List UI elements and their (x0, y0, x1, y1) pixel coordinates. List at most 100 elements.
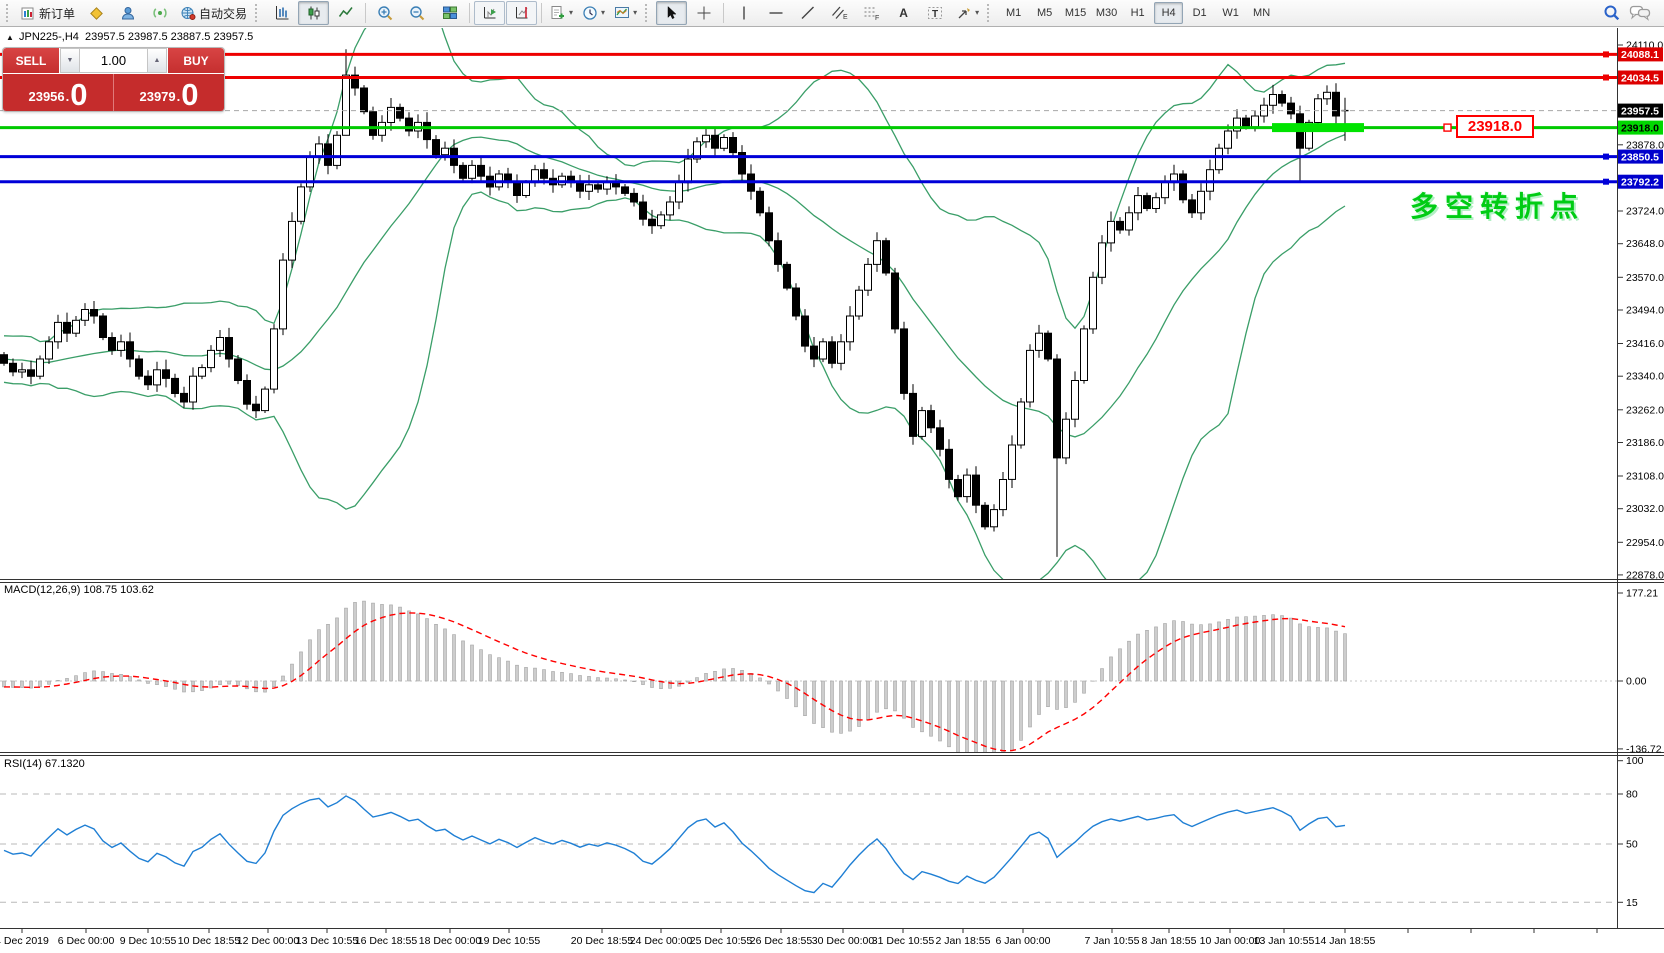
timeframe-m5-button[interactable]: M5 (1030, 2, 1059, 24)
svg-text:23918.0: 23918.0 (1621, 122, 1659, 134)
svg-text:14 Jan 18:55: 14 Jan 18:55 (1315, 935, 1376, 947)
signals-button[interactable] (144, 1, 175, 25)
vertical-line-button[interactable] (728, 1, 759, 25)
one-click-trading-panel: SELL ▼ 1.00 ▲ BUY 23956.0 23979.0 (2, 47, 225, 112)
svg-text:23957.5: 23957.5 (1621, 105, 1659, 117)
search-icon[interactable] (1603, 4, 1621, 22)
crosshair-button[interactable] (688, 1, 719, 25)
line-handle[interactable] (1603, 179, 1609, 185)
svg-text:50: 50 (1626, 839, 1638, 851)
zoom-in-button[interactable] (370, 1, 401, 25)
templates-button[interactable]: ▾ (610, 1, 641, 25)
timeframe-w1-button[interactable]: W1 (1216, 2, 1245, 24)
svg-text:24034.5: 24034.5 (1621, 72, 1659, 84)
svg-text:23570.0: 23570.0 (1626, 272, 1664, 284)
toolbar-grip[interactable] (255, 4, 262, 22)
timeframe-mn-button[interactable]: MN (1247, 2, 1276, 24)
buy-button[interactable]: BUY (168, 48, 224, 73)
timeframe-m15-button[interactable]: M15 (1061, 2, 1090, 24)
svg-text:E: E (843, 14, 848, 21)
new-order-button[interactable]: 新订单 (17, 1, 79, 25)
yellow-diamond-icon (88, 5, 104, 21)
line-handle[interactable] (1444, 124, 1451, 131)
person-icon (120, 5, 136, 21)
buy-price[interactable]: 23979.0 (114, 74, 224, 111)
svg-text:23724.0: 23724.0 (1626, 206, 1664, 218)
autotrading-label: 自动交易 (199, 5, 247, 22)
text-label-icon: T (927, 5, 944, 21)
svg-text:12 Dec 00:00: 12 Dec 00:00 (237, 935, 300, 947)
cursor-icon (664, 5, 680, 21)
volume-increase-button[interactable]: ▲ (147, 49, 167, 72)
svg-text:16 Dec 18:55: 16 Dec 18:55 (355, 935, 418, 947)
tile-windows-button[interactable] (434, 1, 465, 25)
metaeditor-button[interactable] (80, 1, 111, 25)
svg-text:100: 100 (1626, 755, 1644, 767)
macd-label: MACD(12,26,9) 108.75 103.62 (4, 584, 154, 596)
rsi-pane (0, 794, 1617, 902)
fibonacci-button[interactable]: F (856, 1, 887, 25)
auto-scroll-button[interactable] (474, 1, 505, 25)
chat-icon[interactable] (1629, 4, 1651, 22)
chart-shift-button[interactable] (506, 1, 537, 25)
svg-text:20 Dec 18:55: 20 Dec 18:55 (571, 935, 634, 947)
signal-icon (152, 5, 168, 21)
toolbar: 新订单 自动交易 (0, 0, 1664, 27)
svg-text:18 Dec 00:00: 18 Dec 00:00 (419, 935, 482, 947)
cursor-button[interactable] (656, 1, 687, 25)
chart-canvas[interactable]: 24110.023878.023724.023648.023570.023494… (0, 27, 1664, 953)
trendline-button[interactable] (792, 1, 823, 25)
dropdown-caret: ▾ (569, 9, 573, 17)
equidistant-channel-button[interactable]: E (824, 1, 855, 25)
rsi-label: RSI(14) 67.1320 (4, 758, 85, 770)
line-chart-button[interactable] (330, 1, 361, 25)
dropdown-caret: ▾ (601, 9, 605, 17)
price-callout-label[interactable]: 23918.0 (1456, 115, 1534, 138)
pane-separators[interactable] (0, 580, 1664, 929)
volume-decrease-button[interactable]: ▼ (60, 49, 80, 72)
autotrading-button[interactable]: 自动交易 (176, 1, 251, 25)
buy-price-dot: . (177, 89, 181, 104)
new-order-icon (21, 6, 36, 21)
svg-text:24088.1: 24088.1 (1621, 49, 1659, 61)
indicators-button[interactable]: ▾ (546, 1, 577, 25)
highlight-zone[interactable] (1272, 123, 1364, 132)
toolbar-grip[interactable] (645, 4, 652, 22)
timeframe-m1-button[interactable]: M1 (999, 2, 1028, 24)
text-label-button[interactable]: T (920, 1, 951, 25)
sell-price-main: 23956 (28, 89, 64, 104)
text-button[interactable]: A (888, 1, 919, 25)
turning-point-annotation[interactable]: 多空转折点 (1410, 185, 1585, 225)
zoom-out-button[interactable] (402, 1, 433, 25)
trendline-icon (800, 5, 816, 21)
dropdown-caret: ▾ (633, 9, 637, 17)
line-handle[interactable] (1603, 154, 1609, 160)
line-handle[interactable] (1603, 51, 1609, 57)
svg-text:31 Dec 10:55: 31 Dec 10:55 (872, 935, 935, 947)
svg-text:10 Jan 00:00: 10 Jan 00:00 (1200, 935, 1261, 947)
auto-scroll-icon (482, 5, 498, 21)
sell-price[interactable]: 23956.0 (3, 74, 114, 111)
line-handle[interactable] (1603, 75, 1609, 81)
periods-button[interactable]: ▾ (578, 1, 609, 25)
symbol-title: JPN225-,H4 23957.5 23987.5 23887.5 23957… (19, 31, 253, 43)
svg-text:13 Dec 10:55: 13 Dec 10:55 (296, 935, 359, 947)
timeframe-d1-button[interactable]: D1 (1185, 2, 1214, 24)
arrows-button[interactable]: ▾ (952, 1, 983, 25)
timeframe-h4-button[interactable]: H4 (1154, 2, 1183, 24)
terminal-button[interactable] (112, 1, 143, 25)
chart-window: 24110.023878.023724.023648.023570.023494… (0, 27, 1664, 953)
timeframe-m30-button[interactable]: M30 (1092, 2, 1121, 24)
horizontal-line-button[interactable] (760, 1, 791, 25)
dropdown-caret: ▾ (975, 9, 979, 17)
sell-button[interactable]: SELL (3, 48, 59, 73)
bar-chart-button[interactable] (266, 1, 297, 25)
svg-text:23792.2: 23792.2 (1621, 177, 1659, 189)
volume-input[interactable]: 1.00 (80, 49, 147, 72)
timeframe-h1-button[interactable]: H1 (1123, 2, 1152, 24)
toolbar-grip[interactable] (987, 4, 994, 22)
candlestick-chart-button[interactable] (298, 1, 329, 25)
toolbar-grip[interactable] (6, 4, 13, 22)
one-click-collapse-arrow[interactable]: ▲ (6, 33, 14, 42)
fibonacci-icon: F (863, 5, 880, 21)
